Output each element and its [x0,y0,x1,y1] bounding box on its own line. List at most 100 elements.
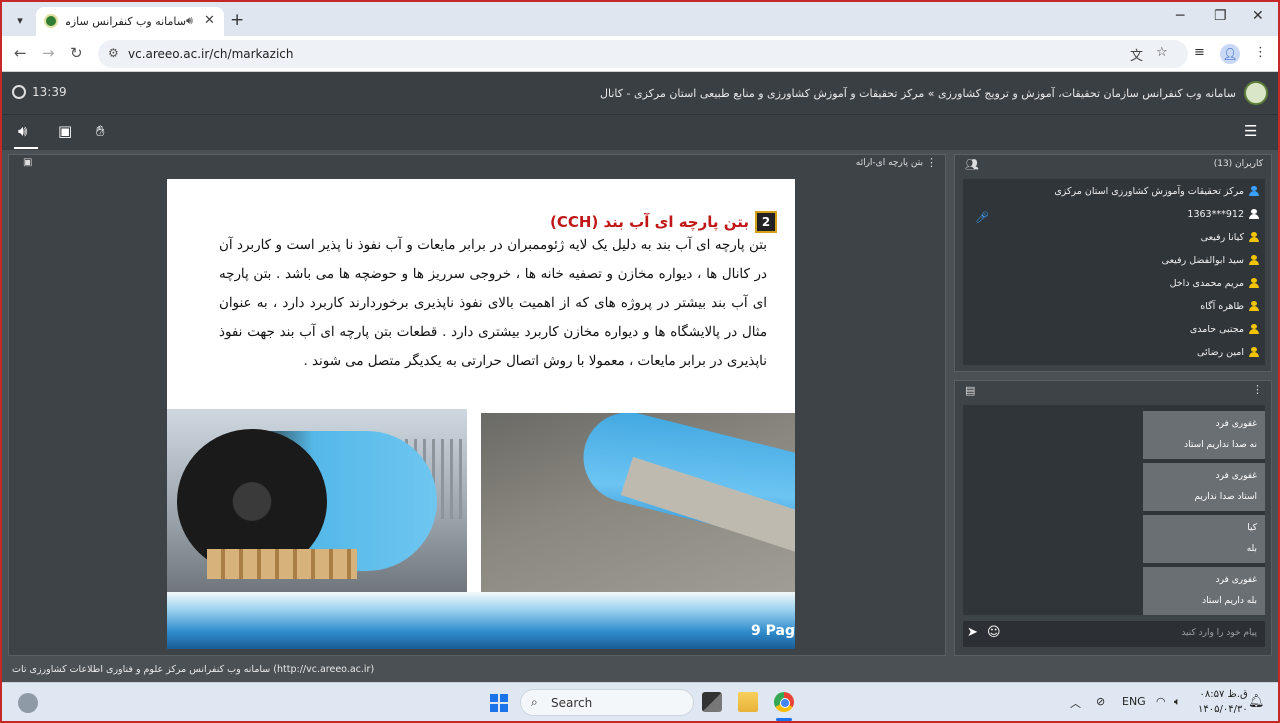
chat-messages: غفوری فرد نه صدا نداریم استاد غفوری فرد … [963,405,1265,615]
chat-input-field[interactable]: ➤ ☺ پیام خود را وارد کنید [963,621,1265,647]
chat-message: غفوری فرد بله داریم استاد [1143,567,1265,615]
raise-hand-icon[interactable]: ✋︎ [96,122,105,140]
app-footer: سامانه وب کنفرانس مرکز علوم و فناوری اطل… [2,658,1278,682]
taskbar-search[interactable]: ⌕ Search [520,689,694,716]
reload-icon[interactable]: ↻ [70,44,83,62]
slide-title: بتن پارچه ای آب بند (CCH) [550,213,749,231]
sound-icon[interactable]: 🔊︎ [186,14,193,28]
concrete-cloth-layers-photo [481,413,795,593]
tab-strip: ▾ سامانه وب کنفرانس سازمان 🔊︎ ✕ + ─ ❐ ✕ [2,2,1278,36]
chrome-active-indicator [776,718,792,721]
task-view-icon[interactable] [702,692,722,712]
user-icon [1249,209,1259,219]
presentation-header: ▣ بتن پارچه ای-ارائه ⋮ [9,155,945,173]
menu-icon[interactable]: ⋮ [1254,45,1267,60]
maximize-icon[interactable]: ❐ [1214,8,1227,24]
slide-page-label: 9 Pag [751,623,795,639]
user-item[interactable]: سید ابوالفضل رفیعی [1162,251,1259,269]
organization-logo [1244,81,1268,105]
chat-panel: ▤ ⋮ غفوری فرد نه صدا نداریم استاد غفوری … [954,380,1272,656]
emoji-icon[interactable]: ☺ [987,625,1001,640]
forward-icon[interactable]: → [42,44,55,62]
address-bar-row: ← → ↻ ⚙ vc.areeo.ac.ir/ch/markazich 文 ☆ … [2,36,1278,72]
users-list: 🎤︎ مرکز تحقیقات وآموزش کشاورزی استان مرک… [963,179,1265,365]
minimize-icon[interactable]: ─ [1176,8,1184,24]
chrome-icon[interactable] [774,692,794,712]
clock-icon [12,85,26,99]
speaker-icon[interactable]: 🔊︎ [18,122,27,140]
session-clock: 13:39 [12,85,67,99]
user-icon [1249,278,1259,288]
speaker-active-indicator [14,147,38,149]
presentation-icon[interactable]: ▣ [58,122,72,140]
slide-number: 2 [755,211,777,233]
user-item[interactable]: 912***1363 [1187,205,1259,223]
system-time: ۰۸:۵۷ ق.ظ [1199,689,1248,700]
back-icon[interactable]: ← [14,44,27,62]
presentation-panel: ▣ بتن پارچه ای-ارائه ⋮ 2 بتن پارچه ای آب… [8,154,946,656]
send-icon[interactable]: ➤ [967,625,978,640]
user-icon [1249,324,1259,334]
user-icon [1249,347,1259,357]
weather-icon[interactable] [18,693,38,713]
chat-icon: ▤ [965,384,976,397]
profile-icon[interactable]: 👤︎ [1220,44,1240,64]
user-item[interactable]: مرکز تحقیقات وآموزش کشاورزی استان مرکزی [1054,182,1259,200]
users-group-icon: 👥︎ [965,158,979,171]
user-icon [1249,186,1259,196]
user-icon [1249,301,1259,311]
hamburger-menu-icon[interactable]: ☰ [1244,122,1257,140]
start-button[interactable] [490,694,508,712]
users-header: 👥︎ کاربران (13) [955,155,1271,175]
site-info-icon[interactable]: ⚙ [108,46,119,60]
users-panel: 👥︎ کاربران (13) 🎤︎ مرکز تحقیقات وآموزش ک… [954,154,1272,372]
tab-dropdown-icon[interactable]: ▾ [10,10,30,30]
wifi-icon[interactable]: ◠ [1156,695,1166,708]
geomembrane-roll-photo [167,409,467,592]
footer-text: سامانه وب کنفرانس مرکز علوم و فناوری اطل… [12,664,375,675]
clock-time: 13:39 [32,85,67,99]
show-hidden-icons-icon[interactable]: ︿ [1070,695,1081,711]
user-item[interactable]: مریم محمدی داخل [1170,274,1259,292]
user-item[interactable]: امین رضائی [1197,343,1259,361]
microphone-icon: 🎤︎ [975,211,989,224]
presentation-title: بتن پارچه ای-ارائه [855,158,923,168]
presentation-panel-icon[interactable]: ▣ [23,157,32,168]
user-item[interactable]: مجتبی حامدی [1190,320,1259,338]
windows-taskbar: ⌕ Search ︿ ⊘ ENG ◠ 🔈︎ ۰۸:۵۷ ق.ظ ۱۴۰۵/۰۴/… [2,682,1278,721]
tab-title: سامانه وب کنفرانس سازمان [66,15,186,28]
browser-tab[interactable]: سامانه وب کنفرانس سازمان 🔊︎ ✕ [36,7,224,36]
notification-bell-icon[interactable]: 🔔︎ [1248,694,1265,709]
chat-message: غفوری فرد نه صدا نداریم استاد [1143,411,1265,459]
star-icon[interactable]: ☆ [1156,45,1168,60]
presentation-menu-icon[interactable]: ⋮ [926,156,937,169]
media-icon[interactable]: ≡ [1194,45,1205,60]
system-clock[interactable]: ۰۸:۵۷ ق.ظ ۱۴۰۵/۰۴/۳۰ [1198,687,1248,717]
slide-body-text: بتن پارچه ای آب بند به دلیل یک لایه ژئوم… [219,238,767,369]
app-title: سامانه وب کنفرانس سازمان تحقیقات، آموزش … [600,87,1236,100]
window-close-icon[interactable]: ✕ [1252,8,1264,24]
translate-icon[interactable]: 文 [1130,45,1143,64]
url-text: vc.areeo.ac.ir/ch/markazich [128,47,294,61]
language-indicator[interactable]: ENG [1122,695,1146,708]
chat-message: غفوری فرد استاد صدا نداریم [1143,463,1265,511]
main-area: ▣ بتن پارچه ای-ارائه ⋮ 2 بتن پارچه ای آب… [2,150,1278,710]
chat-message: کیا بله [1143,515,1265,563]
water-banner-image: 9 Pag [167,592,795,649]
volume-icon[interactable]: 🔈︎ [1174,695,1181,709]
file-explorer-icon[interactable] [738,692,758,712]
close-icon[interactable]: ✕ [204,13,215,28]
user-item[interactable]: طاهره آگاه [1200,297,1259,315]
screen: ▾ سامانه وب کنفرانس سازمان 🔊︎ ✕ + ─ ❐ ✕ … [2,2,1278,721]
user-icon [1249,255,1259,265]
chat-menu-icon[interactable]: ⋮ [1252,383,1263,396]
url-field[interactable]: ⚙ vc.areeo.ac.ir/ch/markazich 文 ☆ [98,40,1188,68]
slide: 2 بتن پارچه ای آب بند (CCH) بتن پارچه ای… [167,179,795,649]
user-icon [1249,232,1259,242]
site-favicon-icon [44,14,58,28]
network-off-icon[interactable]: ⊘ [1096,695,1105,708]
slide-heading: 2 بتن پارچه ای آب بند (CCH) [550,211,777,233]
new-tab-icon[interactable]: + [230,10,244,30]
user-item[interactable]: کیانا رفیعی [1201,228,1259,246]
system-date: ۱۴۰۵/۰۴/۳۰ [1198,704,1248,715]
